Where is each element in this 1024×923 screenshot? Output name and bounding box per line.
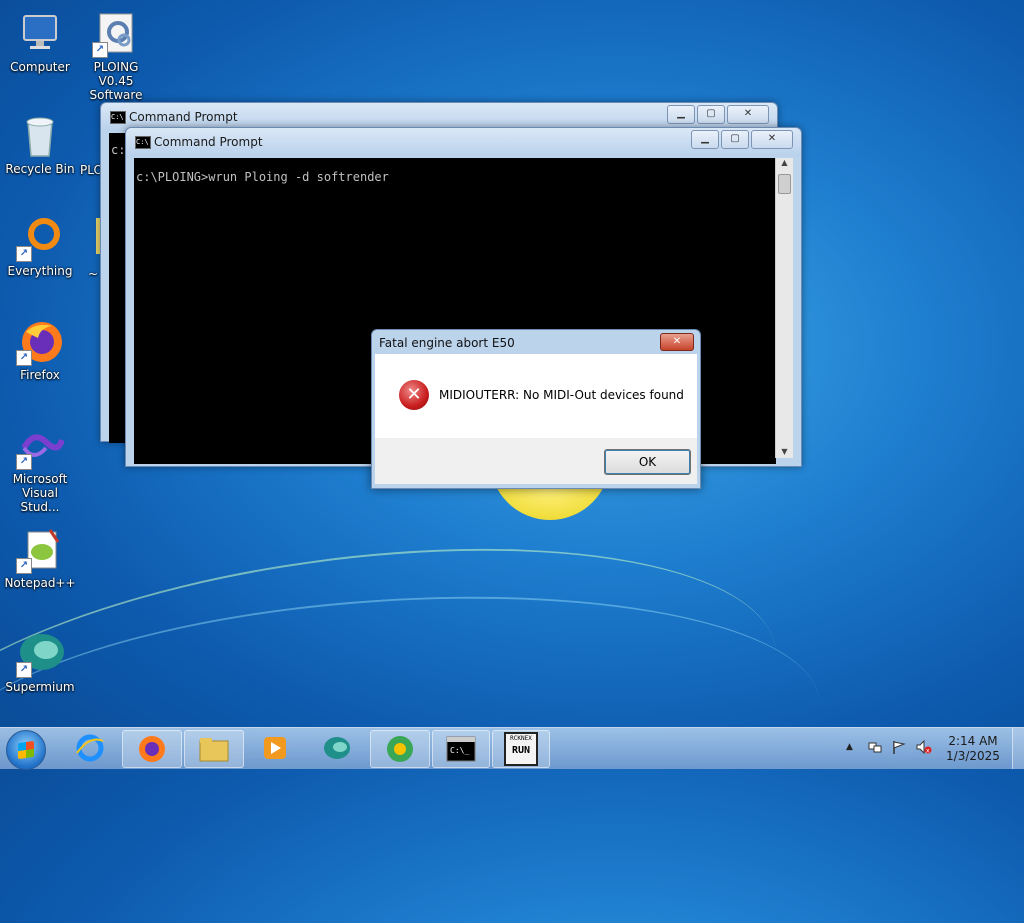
minimize-button[interactable]: ▁: [691, 130, 719, 149]
cmd-icon: C:\_: [446, 736, 476, 762]
taskbar-browser[interactable]: [370, 730, 430, 768]
minimize-button[interactable]: ▁: [667, 105, 695, 124]
desktop-icon-label: Notepad++: [4, 576, 76, 590]
desktop-icon-visual-studio[interactable]: ↗ Microsoft Visual Stud...: [2, 422, 78, 514]
error-dialog[interactable]: Fatal engine abort E50 ✕ ✕ MIDIOUTERR: N…: [371, 329, 701, 489]
browser-icon: [387, 736, 413, 762]
recycle-bin-icon: [16, 112, 64, 160]
close-button[interactable]: ✕: [751, 130, 793, 149]
rcknex-run-icon: RCKNEX RUN: [504, 732, 538, 766]
desktop-icon-computer[interactable]: Computer: [2, 10, 78, 74]
dialog-footer: OK: [375, 438, 697, 484]
close-button[interactable]: ✕: [727, 105, 769, 124]
window-title: Command Prompt: [154, 135, 263, 149]
desktop-icon-label: Supermium: [5, 680, 75, 694]
folder-icon: [80, 214, 102, 262]
desktop-icon-label: Computer: [10, 60, 70, 74]
vertical-scrollbar[interactable]: ▲ ▼: [775, 158, 793, 458]
media-player-icon: [264, 737, 286, 759]
shortcut-arrow-icon: ↗: [16, 454, 32, 470]
desktop-icon-ploing-folder[interactable]: PLO: [62, 112, 103, 177]
desktop-icon-supermium[interactable]: ↗ Supermium: [2, 630, 78, 694]
desktop-icon-everything[interactable]: ↗ Everything: [2, 214, 78, 278]
system-clock[interactable]: 2:14 AM 1/3/2025: [944, 734, 1002, 764]
shortcut-arrow-icon: ↗: [92, 42, 108, 58]
computer-icon: [16, 10, 64, 58]
action-center-flag-icon[interactable]: [892, 740, 906, 754]
shortcut-arrow-icon: ↗: [16, 350, 32, 366]
start-button[interactable]: [6, 730, 46, 770]
taskbar-supermium[interactable]: [308, 730, 366, 766]
taskbar-windows-explorer[interactable]: [184, 730, 244, 768]
desktop-icon-label: Everything: [7, 264, 73, 278]
scroll-down-icon[interactable]: ▼: [776, 447, 793, 456]
ok-button[interactable]: OK: [604, 449, 691, 475]
desktop-icon-ploing[interactable]: ↗ PLOING V0.45 Software m...: [78, 10, 154, 116]
error-icon: ✕: [399, 380, 429, 410]
everything-search-icon: ↗: [16, 214, 64, 262]
svg-text:x: x: [926, 748, 930, 755]
rcknex-label: RCKNEX: [510, 735, 532, 742]
dialog-title: Fatal engine abort E50: [379, 336, 515, 350]
network-icon[interactable]: [868, 740, 882, 754]
run-label: RUN: [511, 745, 531, 756]
maximize-button[interactable]: ▢: [697, 105, 725, 124]
desktop-icon-label: Microsoft Visual Stud...: [12, 472, 68, 514]
cmd-icon: C:\: [135, 136, 151, 149]
dialog-body: ✕ MIDIOUTERR: No MIDI-Out devices found: [375, 354, 697, 438]
ploing-app-icon: ↗: [92, 10, 140, 58]
taskbar: C:\_ RCKNEX RUN ▲ x 2:14 AM 1/3/2025: [0, 727, 1024, 770]
scroll-up-icon[interactable]: ▲: [776, 158, 793, 174]
svg-text:C:\_: C:\_: [450, 746, 469, 755]
show-hidden-icons-button[interactable]: ▲: [846, 742, 853, 752]
taskbar-firefox[interactable]: [122, 730, 182, 768]
taskbar-internet-explorer[interactable]: [62, 730, 118, 766]
folder-icon: [199, 738, 229, 762]
dialog-message: MIDIOUTERR: No MIDI-Out devices found: [439, 388, 684, 402]
shortcut-arrow-icon: ↗: [16, 558, 32, 574]
supermium-icon: [324, 737, 350, 759]
firefox-icon: [139, 736, 165, 762]
desktop-icon-label: Firefox: [20, 368, 60, 382]
clock-time: 2:14 AM: [948, 734, 998, 748]
maximize-button[interactable]: ▢: [721, 130, 749, 149]
supermium-icon: ↗: [16, 630, 64, 678]
clock-date: 1/3/2025: [946, 749, 1000, 763]
taskbar-media-player[interactable]: [246, 730, 304, 766]
scroll-thumb[interactable]: [778, 174, 791, 194]
firefox-icon: ↗: [16, 318, 64, 366]
console-text: c:\PLOING>wrun Ploing -d softrender: [136, 170, 389, 184]
notepad-plus-plus-icon: ↗: [16, 526, 64, 574]
window-title: Command Prompt: [129, 110, 238, 124]
shortcut-arrow-icon: ↗: [16, 246, 32, 262]
show-desktop-button[interactable]: [1012, 728, 1024, 769]
console-text: c:: [111, 143, 126, 157]
volume-muted-icon[interactable]: x: [916, 739, 932, 755]
window-titlebar[interactable]: C:\ Command Prompt ▁ ▢ ✕: [126, 128, 801, 156]
cmd-icon: C:\: [110, 111, 126, 124]
visual-studio-icon: ↗: [16, 422, 65, 470]
taskbar-command-prompt[interactable]: C:\_: [432, 730, 490, 768]
desktop-icon-folder[interactable]: ~: [80, 214, 102, 281]
shortcut-arrow-icon: ↗: [16, 662, 32, 678]
desktop-icon-label: Recycle Bin: [5, 162, 75, 176]
desktop-icon-label: ~: [88, 267, 99, 281]
internet-explorer-icon: [76, 734, 104, 762]
desktop-icon-notepad-plus-plus[interactable]: ↗ Notepad++: [2, 526, 78, 590]
taskbar-rcknex-run[interactable]: RCKNEX RUN: [492, 730, 550, 768]
desktop-icon-firefox[interactable]: ↗ Firefox: [2, 318, 78, 382]
windows-logo-icon: [18, 740, 34, 760]
dialog-close-button[interactable]: ✕: [660, 333, 694, 351]
